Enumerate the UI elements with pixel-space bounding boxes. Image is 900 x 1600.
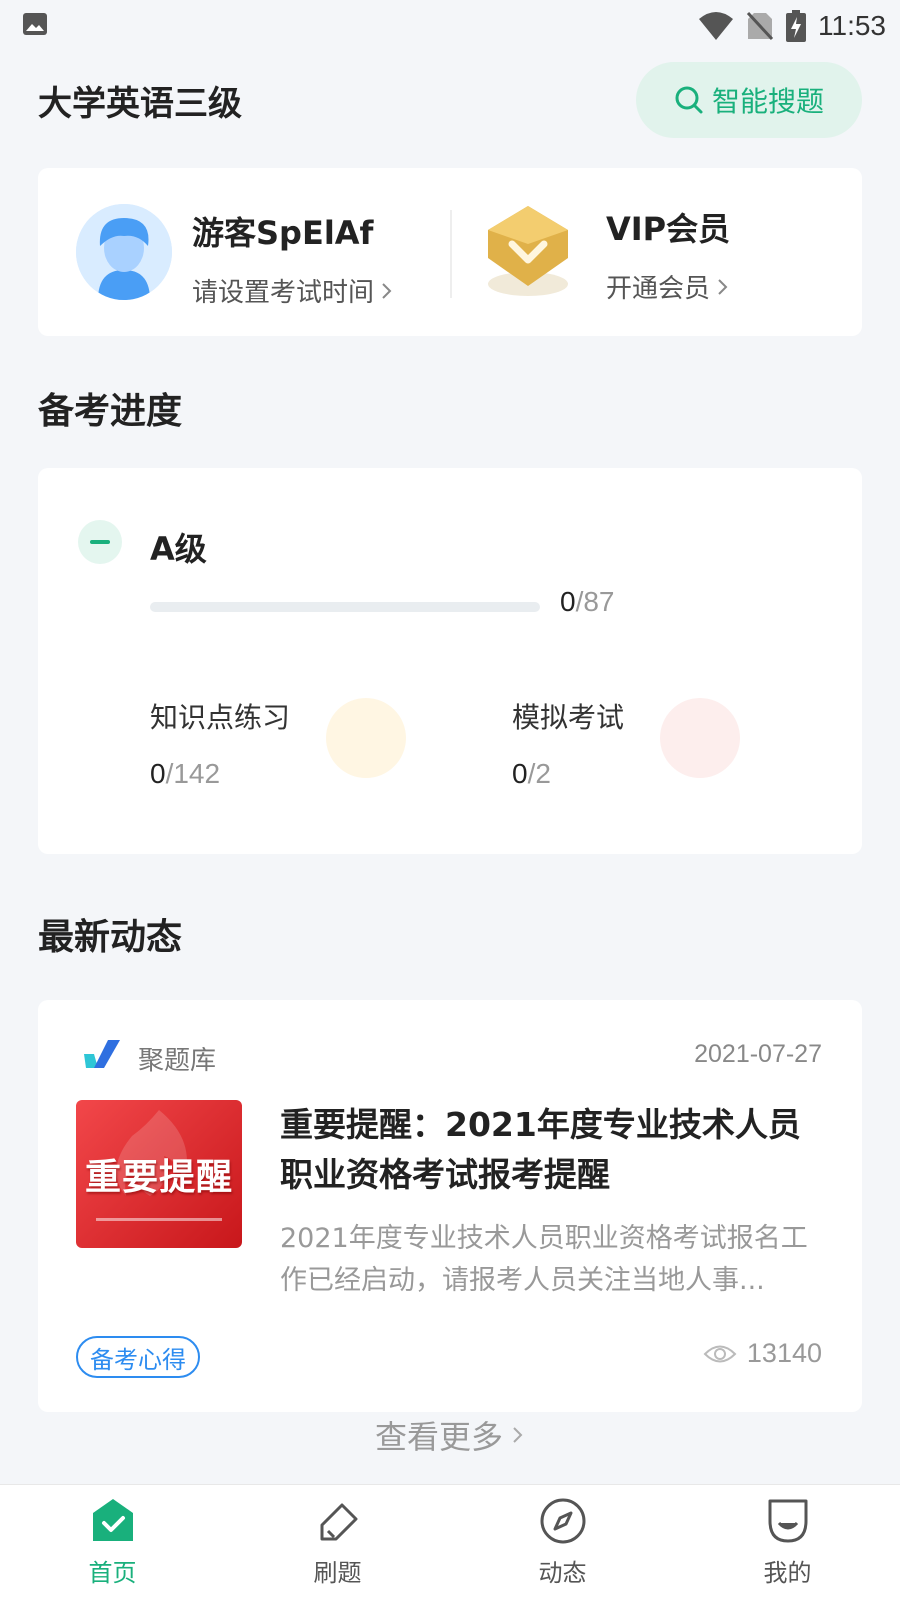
open-vip-link[interactable]: 开通会员 [606,268,730,305]
status-icons: 11:53 [698,8,886,44]
level-progress-count: 0/87 [560,586,615,618]
set-exam-time-link[interactable]: 请设置考试时间 [192,272,394,309]
mock-exam-count: 0/2 [512,758,624,790]
view-count-value: 13140 [746,1338,822,1368]
vip-diamond-icon [488,206,568,296]
knowledge-practice-stat[interactable]: 知识点练习 0/142 [150,696,290,790]
tab-home[interactable]: 首页 [0,1485,225,1600]
card-divider [450,210,452,298]
view-more-label: 查看更多 [374,1418,503,1456]
knowledge-practice-done: 0 [150,758,166,789]
news-section-title: 最新动态 [38,917,183,958]
mock-exam-stat[interactable]: 模拟考试 0/2 [512,696,624,790]
battery-charging-icon [786,10,806,42]
knowledge-practice-count: 0/142 [150,758,290,790]
news-excerpt: 2021年度专业技术人员职业资格考试报名工作已经启动，请报考人员关注当地人事..… [280,1223,808,1296]
level-name: A级 [150,530,207,568]
mock-exam-done: 0 [512,758,528,789]
avatar-icon [76,204,172,300]
level-total: 87 [583,586,615,617]
thumbnail-text: 重要提醒 [84,1157,233,1198]
level-progress-bar [150,602,540,612]
tab-profile[interactable]: 我的 [675,1485,900,1600]
avatar[interactable] [76,204,172,300]
view-more-link[interactable]: 查看更多 [0,1412,900,1458]
mock-exam-label: 模拟考试 [512,701,625,734]
news-thumbnail: 重要提醒 [76,1100,242,1248]
wifi-icon [699,12,733,40]
page-title: 大学英语三级 [38,84,242,124]
user-card: 游客SpElAf 请设置考试时间 VIP会员 开通会员 [38,168,862,336]
set-exam-time-label: 请设置考试时间 [192,278,375,308]
knowledge-practice-circle [326,698,406,778]
vip-title: VIP会员 [606,210,731,248]
news-title: 重要提醒：2021年度专业技术人员职业资格考试报考提醒 [280,1105,801,1194]
view-count: 13140 [703,1338,822,1369]
open-vip-label: 开通会员 [606,274,711,304]
user-name: 游客SpElAf [192,214,374,252]
progress-section-title: 备考进度 [38,391,183,432]
tab-news[interactable]: 动态 [450,1485,675,1600]
mock-exam-total: 2 [535,758,551,789]
compass-icon [540,1498,585,1544]
profile-icon [768,1499,807,1543]
status-bar: 11:53 [0,0,900,52]
status-time: 11:53 [818,10,886,41]
pencil-icon [320,1503,357,1541]
chevron-right-icon [382,282,392,299]
no-sim-icon [746,11,774,41]
news-source: 聚题库 [138,1046,217,1076]
progress-card: A级 0/87 知识点练习 0/142 模拟考试 0/2 [38,468,862,854]
tab-profile-label: 我的 [763,1559,812,1587]
knowledge-practice-total: 142 [173,758,221,789]
home-icon [92,1499,133,1541]
chevron-right-icon [513,1427,523,1443]
bottom-tab-bar: 首页 刷题 动态 我的 [0,1484,900,1600]
chevron-right-icon [718,278,728,295]
tab-news-label: 动态 [538,1559,587,1587]
mock-exam-circle [660,698,740,778]
tab-practice[interactable]: 刷题 [225,1485,450,1600]
news-date: 2021-07-27 [694,1040,822,1068]
tab-practice-label: 刷题 [313,1559,362,1587]
news-card[interactable]: 聚题库 2021-07-27 重要提醒 重要提醒：2021年度专业技术人员职业资… [38,1000,862,1412]
smart-search-button[interactable]: 智能搜题 [636,62,862,138]
eye-icon [703,1345,737,1362]
level-done: 0 [560,586,576,617]
collapse-icon[interactable] [78,520,122,564]
gallery-notification-icon [23,13,47,35]
header: 大学英语三级 智能搜题 [38,62,862,138]
knowledge-practice-label: 知识点练习 [150,701,291,734]
juti-logo-icon [84,1040,120,1068]
news-tag[interactable]: 备考心得 [76,1336,200,1378]
search-icon [675,86,703,114]
tab-home-label: 首页 [88,1559,137,1587]
smart-search-label: 智能搜题 [711,85,824,118]
